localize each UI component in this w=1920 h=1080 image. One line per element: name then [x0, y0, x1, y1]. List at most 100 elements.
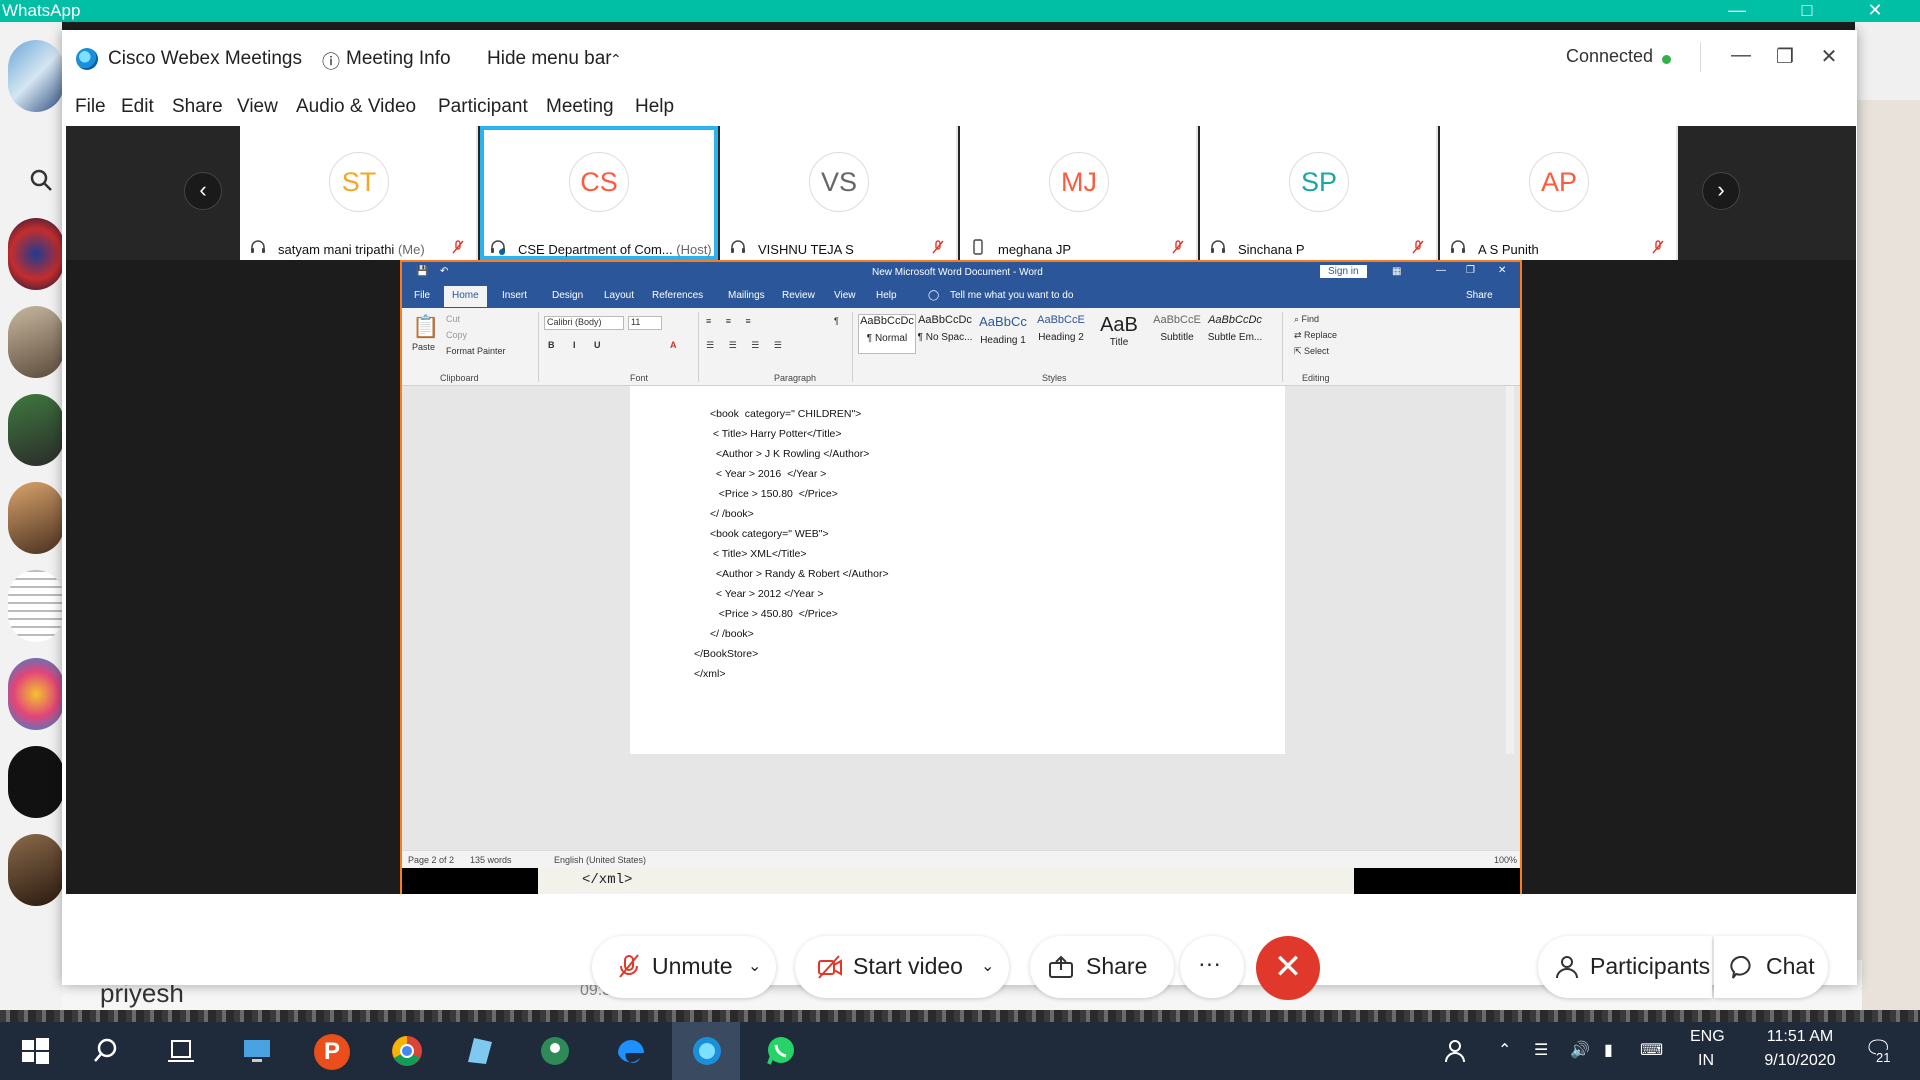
- powerpoint-icon[interactable]: P: [314, 1034, 350, 1070]
- avatar: VS: [809, 152, 869, 212]
- participant-tile[interactable]: MJ meghana JP: [960, 126, 1198, 260]
- search-icon[interactable]: [28, 167, 54, 193]
- ribbon-divider: [538, 312, 539, 382]
- whatsapp-close-button[interactable]: ✕: [1852, 0, 1898, 22]
- headset-icon: [1451, 240, 1465, 253]
- clock-time[interactable]: 11:51 AM: [1750, 1028, 1850, 1046]
- word-tab-insert: Insert: [502, 290, 528, 301]
- task-view-icon[interactable]: [164, 1034, 198, 1068]
- avatar: SP: [1289, 152, 1349, 212]
- windows-taskbar: P ⌃ ☰ 🔊 ▮ ⌨ ENG IN 11:51 AM 9/10/2020 🗨 …: [0, 1022, 1920, 1080]
- chat-avatar[interactable]: [8, 306, 64, 378]
- clock-date[interactable]: 9/10/2020: [1750, 1052, 1850, 1070]
- participant-name: VISHNU TEJA S: [758, 242, 854, 257]
- whatsapp-icon[interactable]: [764, 1034, 798, 1068]
- participants-icon: [1556, 956, 1578, 979]
- whatsapp-minimize-button[interactable]: —: [1714, 0, 1760, 22]
- participant-tile[interactable]: VS VISHNU TEJA S: [720, 126, 958, 260]
- chat-button[interactable]: Chat: [1714, 936, 1828, 998]
- participant-tile[interactable]: ST satyam mani tripathi (Me): [240, 126, 478, 260]
- meeting-info-button[interactable]: Meeting Info: [346, 48, 451, 70]
- notification-count: 21: [1876, 1050, 1891, 1065]
- menu-help[interactable]: Help: [635, 96, 674, 118]
- document-line: </ /book>: [710, 628, 754, 640]
- more-options-button[interactable]: ···: [1180, 936, 1244, 998]
- chat-avatar[interactable]: [8, 658, 64, 730]
- chevron-up-icon[interactable]: ⌃: [1498, 1040, 1511, 1060]
- chrome-icon[interactable]: [390, 1034, 424, 1068]
- wifi-icon[interactable]: ☰: [1534, 1040, 1548, 1060]
- chevron-down-icon[interactable]: ⌄: [748, 956, 761, 976]
- language-code[interactable]: ENG: [1690, 1028, 1725, 1046]
- search-icon[interactable]: [92, 1034, 126, 1068]
- keyboard-icon[interactable]: ⌨: [1640, 1040, 1663, 1060]
- participant-tile[interactable]: SP Sinchana P: [1200, 126, 1438, 260]
- webex-titlebar: Cisco Webex Meetings ⓘ Meeting Info Hide…: [62, 30, 1857, 88]
- windows-start-icon[interactable]: [18, 1034, 52, 1068]
- menu-meeting[interactable]: Meeting: [546, 96, 614, 118]
- document-line: <Author > Randy & Robert </Author>: [710, 568, 889, 580]
- unmute-label: Unmute: [652, 953, 733, 979]
- maximize-button[interactable]: ❐: [1772, 44, 1798, 70]
- whatsapp-titlebar: WhatsApp — □ ✕: [0, 0, 1920, 22]
- start-video-button[interactable]: Start video ⌄: [795, 936, 1009, 998]
- status-dot-icon: [1662, 55, 1671, 64]
- share-icon: [1049, 955, 1073, 978]
- shared-screen-footer: </xml>: [402, 868, 1520, 894]
- font-size-box: 11: [628, 316, 662, 330]
- people-icon[interactable]: [1440, 1034, 1474, 1068]
- unmute-button[interactable]: Unmute ⌄: [592, 936, 776, 998]
- minimize-button[interactable]: —: [1728, 44, 1754, 70]
- share-button[interactable]: Share: [1030, 936, 1174, 998]
- maps-app-icon[interactable]: [538, 1034, 572, 1068]
- word-share-button: Share: [1466, 290, 1493, 301]
- participant-tile-active-speaker[interactable]: CS CSE Department of Com... (Host): [480, 126, 718, 260]
- notes-app-icon[interactable]: [462, 1034, 496, 1068]
- pilcrow-icon: ¶: [834, 316, 839, 326]
- word-tab-review: Review: [782, 290, 815, 301]
- close-button[interactable]: ✕: [1816, 44, 1842, 70]
- word-tab-view: View: [834, 290, 856, 301]
- chat-avatar[interactable]: [8, 482, 64, 554]
- edge-icon[interactable]: [614, 1034, 648, 1068]
- paste-icon: 📋: [412, 314, 440, 339]
- participant-tile[interactable]: AP A S Punith: [1440, 126, 1678, 260]
- menu-view[interactable]: View: [237, 96, 278, 118]
- battery-icon[interactable]: ▮: [1604, 1040, 1613, 1060]
- chat-avatar[interactable]: [8, 834, 64, 906]
- menu-participant[interactable]: Participant: [438, 96, 528, 118]
- word-document-area: <book category=" CHILDREN"> < Title> Har…: [402, 386, 1520, 754]
- participants-button[interactable]: Participants: [1538, 936, 1712, 998]
- previous-participants-button[interactable]: ‹: [184, 172, 222, 210]
- chevron-down-icon[interactable]: ⌄: [981, 956, 994, 976]
- meeting-controls: Unmute ⌄ Start video ⌄ Share ··· ✕ Parti…: [62, 894, 1857, 1000]
- chat-avatar[interactable]: [8, 218, 64, 290]
- language-region[interactable]: IN: [1698, 1052, 1714, 1070]
- word-vertical-scrollbar: [1506, 386, 1514, 754]
- chat-avatar[interactable]: [8, 40, 64, 112]
- copy-label: Copy: [446, 330, 468, 340]
- volume-icon[interactable]: 🔊: [1570, 1040, 1590, 1060]
- menu-edit[interactable]: Edit: [121, 96, 154, 118]
- leave-meeting-button[interactable]: ✕: [1256, 936, 1320, 1000]
- paragraph-group-label: Paragraph: [774, 373, 817, 383]
- hide-menu-bar-button[interactable]: Hide menu bar: [487, 48, 612, 70]
- next-participants-button[interactable]: ›: [1702, 172, 1740, 210]
- menu-share[interactable]: Share: [172, 96, 223, 118]
- whatsapp-maximize-button[interactable]: □: [1784, 0, 1830, 22]
- document-line: < Year > 2012 </Year >: [710, 588, 824, 600]
- menu-file[interactable]: File: [75, 96, 106, 118]
- chat-avatar[interactable]: [8, 394, 64, 466]
- avatar: ST: [329, 152, 389, 212]
- document-line: </xml>: [694, 668, 726, 680]
- chat-avatar[interactable]: [8, 746, 64, 818]
- chevron-up-icon[interactable]: ⌃: [610, 51, 622, 68]
- start-video-label: Start video: [853, 953, 963, 979]
- chat-avatar[interactable]: [8, 570, 64, 642]
- cut-label: Cut: [446, 314, 461, 324]
- chat-label: Chat: [1766, 953, 1815, 979]
- muted-mic-icon: [619, 954, 639, 978]
- this-pc-icon[interactable]: [240, 1034, 274, 1068]
- webex-icon[interactable]: [690, 1034, 724, 1068]
- menu-audio-video[interactable]: Audio & Video: [296, 96, 416, 118]
